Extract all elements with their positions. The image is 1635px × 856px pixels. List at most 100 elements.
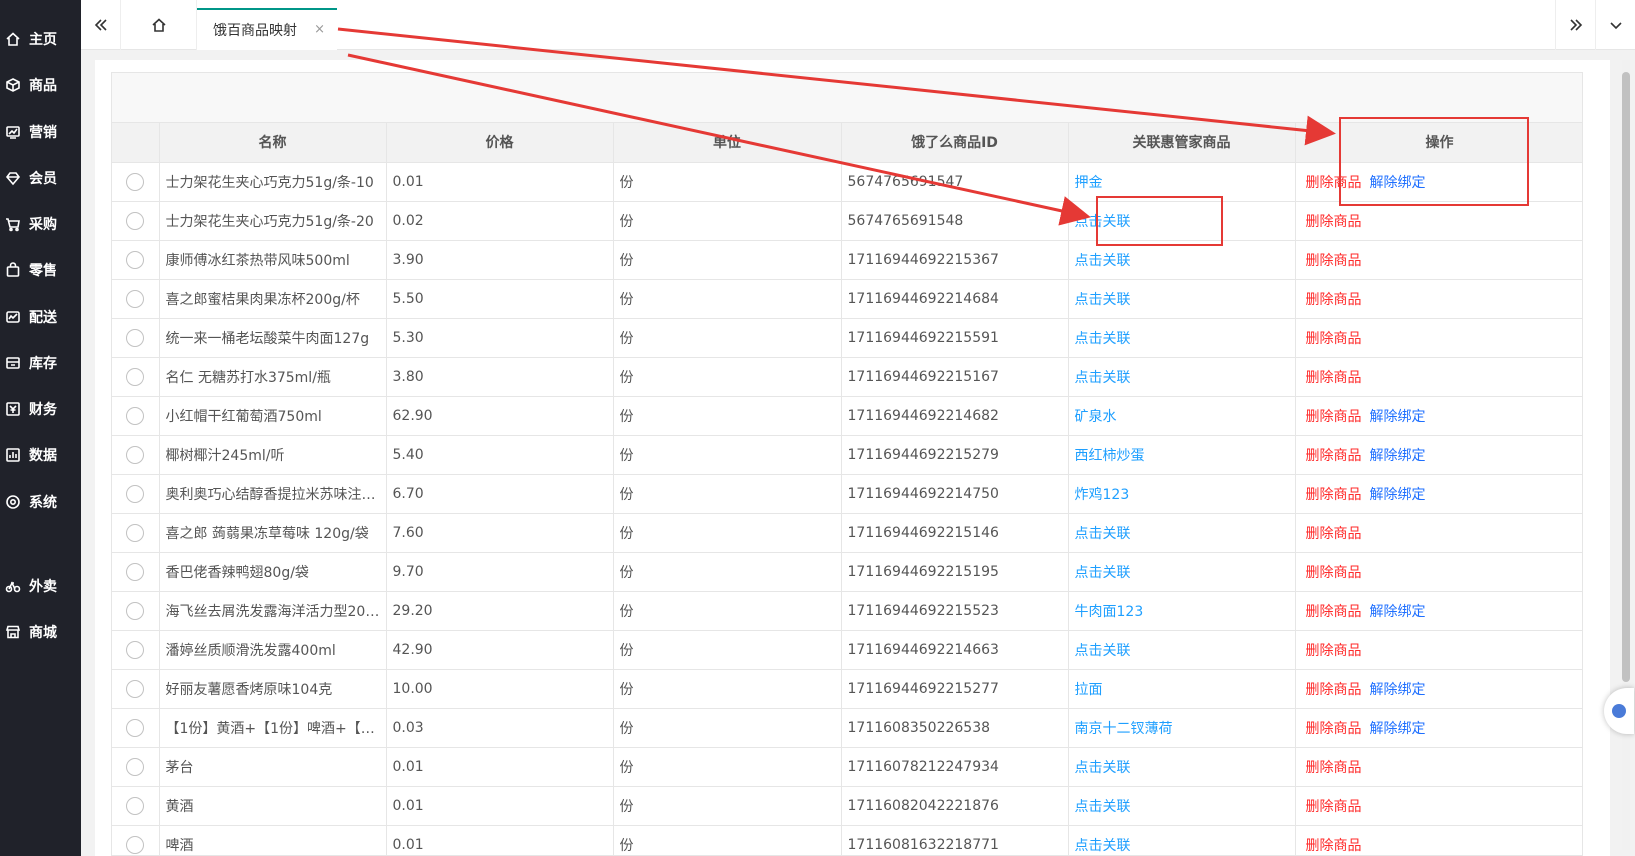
row-radio[interactable] [126,211,145,230]
linked-product-link[interactable]: 点击关联 [1075,799,1131,815]
sidebar-item-2[interactable]: 营销 [0,117,81,147]
linked-product-link[interactable]: 点击关联 [1075,214,1131,230]
scroll-tabs-right-button[interactable] [1555,0,1595,50]
linked-product-link[interactable]: 矿泉水 [1075,409,1117,425]
sidebar-item-1[interactable]: 商品 [0,70,81,100]
sidebar-item-8[interactable]: 财务 [0,394,81,424]
store-icon [4,623,22,641]
delete-product-button[interactable]: 删除商品 [1306,838,1362,854]
delete-product-button[interactable]: 删除商品 [1306,331,1362,347]
delete-product-button[interactable]: 删除商品 [1306,214,1362,230]
unbind-button[interactable]: 解除绑定 [1370,409,1426,425]
cell-linked-product: 拉面 [1068,669,1296,709]
sidebar-item-label: 数据 [29,448,57,464]
linked-product-link[interactable]: 拉面 [1075,682,1103,698]
cell-unit: 份 [613,474,842,514]
cell-unit: 份 [613,747,842,787]
delete-product-button[interactable]: 删除商品 [1306,760,1362,776]
sidebar-item-7[interactable]: 库存 [0,348,81,378]
delete-product-button[interactable]: 删除商品 [1306,682,1362,698]
tab-menu-dropdown-button[interactable] [1595,0,1635,50]
header-price: 价格 [386,123,614,163]
delete-product-button[interactable]: 删除商品 [1306,526,1362,542]
delete-product-button[interactable]: 删除商品 [1306,643,1362,659]
home-tab-button[interactable] [121,0,197,50]
tab-eleme-product-mapping[interactable]: 饿百商品映射 × [197,8,337,50]
linked-product-link[interactable]: 押金 [1075,175,1103,191]
sidebar-item-6[interactable]: 配送 [0,302,81,332]
delete-product-button[interactable]: 删除商品 [1306,448,1362,464]
row-select-cell [112,669,160,709]
unbind-button[interactable]: 解除绑定 [1370,721,1426,737]
linked-product-link[interactable]: 点击关联 [1075,838,1131,854]
unbind-button[interactable]: 解除绑定 [1370,604,1426,620]
cell-eleme-id: 17116944692215277 [841,669,1069,709]
row-radio[interactable] [126,523,145,542]
linked-product-link[interactable]: 南京十二钗薄荷 [1075,721,1173,737]
delete-product-button[interactable]: 删除商品 [1306,175,1362,191]
scroll-tabs-left-button[interactable] [81,0,121,50]
row-select-cell [112,279,160,319]
row-radio[interactable] [126,328,145,347]
sidebar-item-label: 主页 [29,32,57,48]
row-select-cell [112,708,160,748]
cell-unit: 份 [613,708,842,748]
linked-product-link[interactable]: 点击关联 [1075,292,1131,308]
row-radio[interactable] [126,718,145,737]
sidebar-item-9[interactable]: 数据 [0,440,81,470]
unbind-button[interactable]: 解除绑定 [1370,175,1426,191]
row-radio[interactable] [126,289,145,308]
row-radio[interactable] [126,835,145,854]
linked-product-link[interactable]: 点击关联 [1075,253,1131,269]
delete-product-button[interactable]: 删除商品 [1306,370,1362,386]
unbind-button[interactable]: 解除绑定 [1370,682,1426,698]
sidebar-item-4[interactable]: 采购 [0,209,81,239]
row-radio[interactable] [126,172,145,191]
linked-product-link[interactable]: 牛肉面123 [1075,604,1144,620]
row-radio[interactable] [126,367,145,386]
unbind-button[interactable]: 解除绑定 [1370,487,1426,503]
tab-close-icon[interactable]: × [314,22,325,37]
row-radio[interactable] [126,679,145,698]
cell-actions: 删除商品 [1295,552,1582,592]
row-radio[interactable] [126,406,145,425]
linked-product-link[interactable]: 点击关联 [1075,565,1131,581]
row-radio[interactable] [126,640,145,659]
sidebar-item-0[interactable]: 主页 [0,24,81,54]
row-radio[interactable] [126,562,145,581]
row-radio[interactable] [126,250,145,269]
sidebar-item-3[interactable]: 会员 [0,163,81,193]
delete-product-button[interactable]: 删除商品 [1306,721,1362,737]
delete-product-button[interactable]: 删除商品 [1306,409,1362,425]
sidebar-item-5[interactable]: 零售 [0,255,81,285]
row-radio[interactable] [126,796,145,815]
row-radio[interactable] [126,601,145,620]
linked-product-link[interactable]: 点击关联 [1075,526,1131,542]
linked-product-link[interactable]: 炸鸡123 [1075,487,1130,503]
row-radio[interactable] [126,484,145,503]
row-radio[interactable] [126,757,145,776]
sidebar-item-11[interactable]: 外卖 [0,571,81,601]
delete-product-button[interactable]: 删除商品 [1306,565,1362,581]
unbind-button[interactable]: 解除绑定 [1370,448,1426,464]
cell-name: 【1份】黄酒+【1份】啤酒+【20... [159,708,387,748]
delete-product-button[interactable]: 删除商品 [1306,253,1362,269]
delete-product-button[interactable]: 删除商品 [1306,604,1362,620]
delete-product-button[interactable]: 删除商品 [1306,292,1362,308]
linked-product-link[interactable]: 点击关联 [1075,370,1131,386]
row-radio[interactable] [126,445,145,464]
linked-product-link[interactable]: 点击关联 [1075,331,1131,347]
linked-product-link[interactable]: 点击关联 [1075,760,1131,776]
tab-bar: 饿百商品映射 × [81,0,1635,50]
sidebar-item-label: 商品 [29,78,57,94]
scrollbar-thumb[interactable] [1622,72,1630,682]
delete-product-button[interactable]: 删除商品 [1306,799,1362,815]
linked-product-link[interactable]: 点击关联 [1075,643,1131,659]
sidebar-item-10[interactable]: 系统 [0,487,81,517]
delete-product-button[interactable]: 删除商品 [1306,487,1362,503]
linked-product-link[interactable]: 西红柿炒蛋 [1075,448,1145,464]
cell-price: 9.70 [386,552,614,592]
sidebar-item-12[interactable]: 商城 [0,617,81,647]
cell-unit: 份 [613,357,842,397]
header-select [112,123,160,163]
